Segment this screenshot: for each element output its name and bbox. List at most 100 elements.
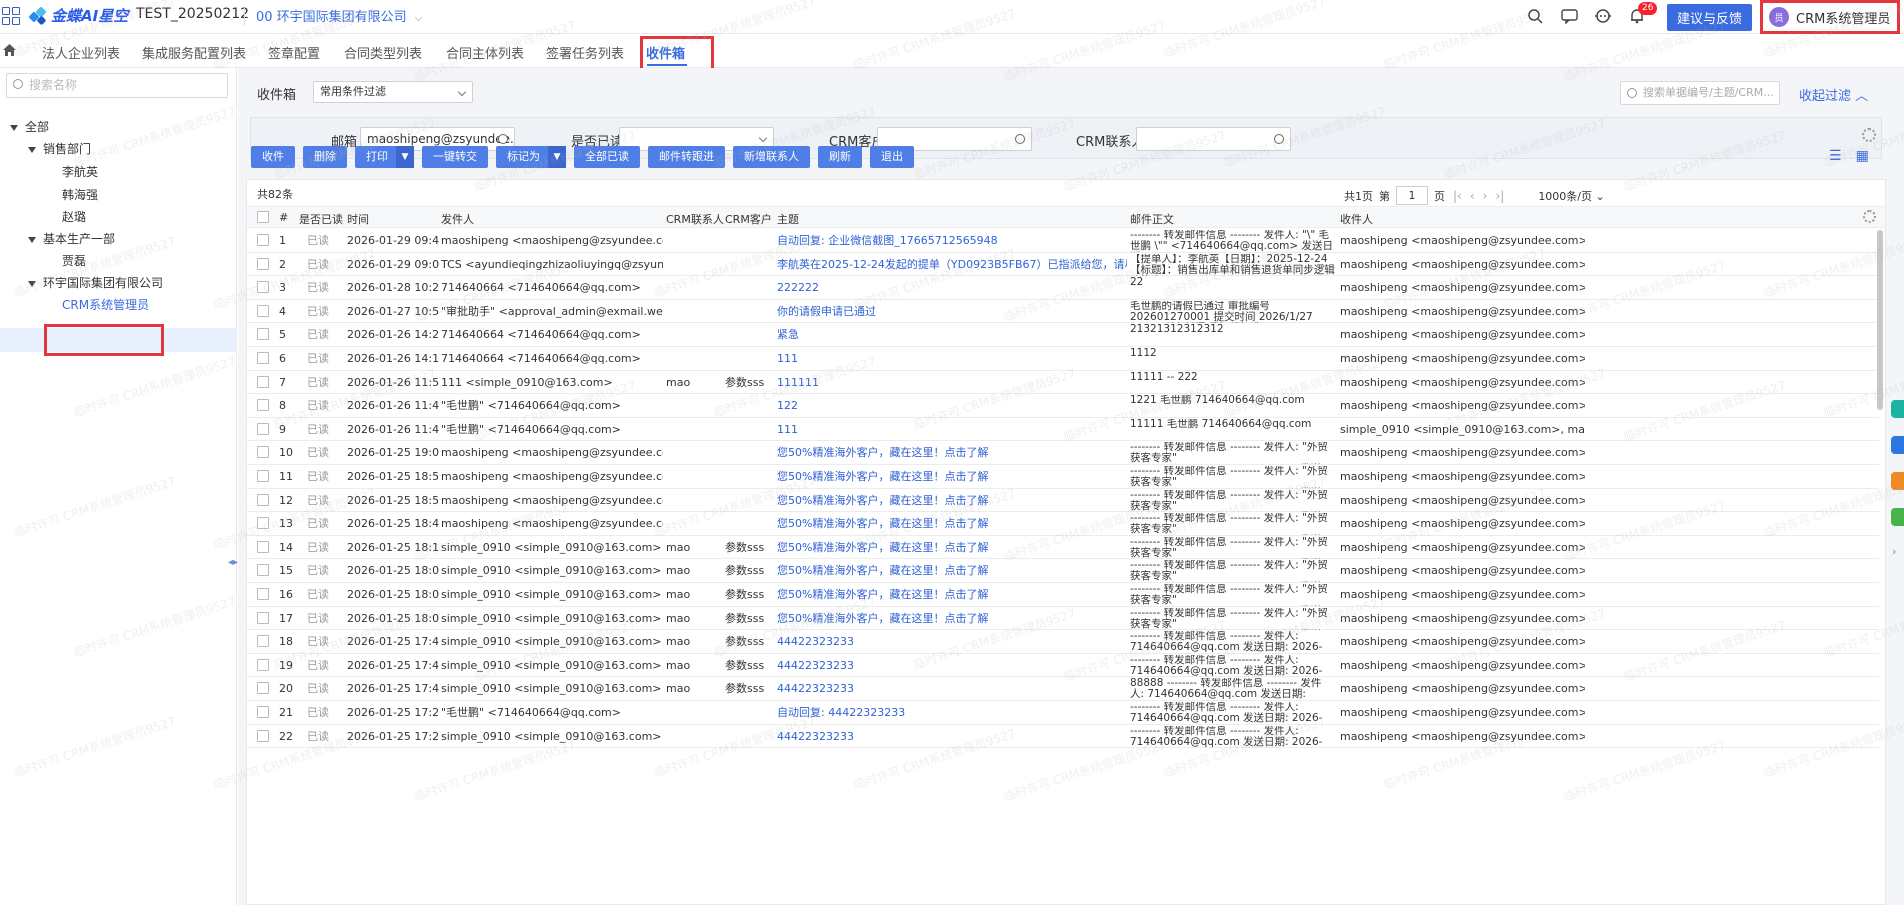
mail-subject-link[interactable]: 44422323233 — [777, 654, 1127, 677]
mail-subject-link[interactable]: 自动回复: 企业微信截图_17665712565948 — [777, 229, 1127, 252]
col-header-from[interactable]: 发件人 — [441, 211, 474, 227]
print-button[interactable]: 打印 ▼ — [355, 146, 414, 168]
row-checkbox[interactable] — [257, 234, 269, 246]
row-checkbox[interactable] — [257, 706, 269, 718]
caret-down-icon[interactable]: ▼ — [396, 146, 414, 168]
tree-node-person[interactable]: 韩海强 — [62, 186, 98, 203]
row-checkbox[interactable] — [257, 682, 269, 695]
row-checkbox[interactable] — [257, 422, 269, 435]
mark-as-button[interactable]: 标记为 ▼ — [496, 146, 566, 168]
col-header-body[interactable]: 邮件正文 — [1130, 211, 1174, 227]
table-row[interactable]: 1已读2026-01-29 09:41:20maoshipeng <maoshi… — [247, 229, 1879, 253]
receive-button[interactable]: 收件 — [251, 146, 295, 168]
row-checkbox[interactable] — [257, 375, 269, 388]
filter-settings-gear-icon[interactable] — [1862, 128, 1876, 142]
table-row[interactable]: 5 已读 2026-01-26 14:25:17714640664 <7146406… — [247, 323, 1879, 347]
message-icon[interactable] — [1559, 6, 1579, 26]
float-tool-tab-4[interactable] — [1891, 508, 1904, 526]
row-checkbox[interactable] — [257, 328, 269, 341]
table-row[interactable]: 7 已读 2026-01-26 11:52:04111 <simple_0910@1… — [247, 371, 1879, 395]
tree-node-person[interactable]: 李航英 — [62, 163, 98, 180]
mail-subject-link[interactable]: 222222 — [777, 276, 1127, 299]
mail-subject-link[interactable]: 111111 — [777, 371, 1127, 394]
mail-subject-link[interactable]: 44422323233 — [777, 630, 1127, 653]
mail-subject-link[interactable]: 您50%精准海外客户，藏在这里！点击了解 — [777, 512, 1127, 535]
table-row[interactable]: 13已读2026-01-25 18:48:59maoshipeng <maosh… — [247, 512, 1879, 536]
mail-subject-link[interactable]: 您50%精准海外客户，藏在这里！点击了解 — [777, 536, 1127, 559]
mail-subject-link[interactable]: 111 — [777, 418, 1127, 441]
row-checkbox[interactable] — [257, 658, 269, 671]
tab-legal-entity-list[interactable]: 法人企业列表 — [42, 43, 120, 62]
user-menu[interactable]: 员 CRM系统管理员 — [1760, 0, 1900, 34]
tab-contract-subject-list[interactable]: 合同主体列表 — [446, 43, 524, 62]
refresh-button[interactable]: 刷新 — [818, 146, 862, 168]
tree-search-input[interactable]: 搜索名称 — [6, 73, 228, 98]
tree-node-company[interactable]: 环宇国际集团有限公司 — [28, 274, 163, 291]
table-row[interactable]: 15 已读 2026-01-25 18:05:11simple_0910 <simp… — [247, 559, 1879, 583]
company-switcher[interactable]: 00 环宇国际集团有限公司 ⌵ — [256, 6, 422, 25]
search-icon[interactable] — [1525, 6, 1545, 26]
mail-subject-link[interactable]: 您50%精准海外客户，藏在这里！点击了解 — [777, 583, 1127, 606]
float-tool-tab-1[interactable] — [1891, 400, 1904, 418]
table-row[interactable]: 2 已读 2026-01-29 09:04:34TCS <ayundieqingzh… — [247, 253, 1879, 277]
col-header-crm-contact[interactable]: CRM联系人 — [666, 211, 724, 227]
mail-subject-link[interactable]: 111 — [777, 347, 1127, 370]
tab-integration-service-config[interactable]: 集成服务配置列表 — [142, 43, 246, 62]
feedback-button[interactable]: 建议与反馈 — [1667, 4, 1753, 31]
col-header-recipient[interactable]: 收件人 — [1340, 211, 1373, 227]
tree-node-person[interactable]: 贾磊 — [62, 252, 86, 269]
mail-subject-link[interactable]: 您50%精准海外客户，藏在这里！点击了解 — [777, 441, 1127, 464]
home-icon[interactable] — [2, 43, 17, 61]
col-header-time[interactable]: 时间 — [347, 211, 369, 227]
mail-subject-link[interactable]: 您50%精准海外客户，藏在这里！点击了解 — [777, 559, 1127, 582]
table-row[interactable]: 17 已读 2026-01-25 18:00:38simple_0910 <simp… — [247, 607, 1879, 631]
tree-node-all[interactable]: 全部 — [10, 118, 49, 135]
table-scrollbar[interactable] — [1877, 230, 1883, 410]
mail-subject-link[interactable]: 紧急 — [777, 323, 1127, 346]
row-checkbox[interactable] — [257, 352, 269, 364]
delete-button[interactable]: 删除 — [303, 146, 347, 168]
table-row[interactable]: 21 已读 2026-01-25 17:28:58"毛世鹏" <714640664@… — [247, 701, 1879, 725]
add-contact-button[interactable]: 新增联系人 — [733, 146, 810, 168]
table-row[interactable]: 3 已读 2026-01-28 10:21:55714640664 <7146406… — [247, 276, 1879, 300]
col-header-read[interactable]: 是否已读 — [299, 211, 343, 227]
row-checkbox[interactable] — [257, 281, 269, 294]
row-checkbox[interactable] — [257, 517, 269, 530]
table-row[interactable]: 4 已读 2026-01-27 10:58:16"审批助手" <approval_a… — [247, 300, 1879, 324]
quick-search-input[interactable]: 搜索单据编号/主题/CRM... — [1620, 81, 1780, 105]
tab-signature-config[interactable]: 签章配置 — [268, 43, 320, 62]
float-tool-tab-3[interactable] — [1891, 472, 1904, 490]
row-checkbox[interactable] — [257, 588, 269, 600]
list-view-icon[interactable]: ☰ — [1829, 148, 1842, 164]
table-row[interactable]: 11已读2026-01-25 18:53:08maoshipeng <maosh… — [247, 465, 1879, 489]
row-checkbox[interactable] — [257, 564, 269, 577]
grid-view-icon[interactable]: ▦ — [1856, 148, 1869, 164]
crm-contact-field[interactable] — [1136, 127, 1291, 151]
one-click-transfer-button[interactable]: 一键转交 — [422, 146, 488, 168]
mail-subject-link[interactable]: 您50%精准海外客户，藏在这里！点击了解 — [777, 607, 1127, 630]
row-checkbox[interactable] — [257, 399, 269, 412]
robot-assistant-icon[interactable] — [1593, 6, 1613, 26]
table-row[interactable]: 18 已读 2026-01-25 17:45:34simple_0910 <simp… — [247, 630, 1879, 654]
table-row[interactable]: 20 已读 2026-01-25 17:42:27simple_0910 <simp… — [247, 677, 1879, 701]
row-checkbox[interactable] — [257, 635, 269, 648]
row-checkbox[interactable] — [257, 470, 269, 482]
exit-button[interactable]: 退出 — [870, 146, 914, 168]
collapse-filter-link[interactable]: 收起过滤 ︿ — [1799, 85, 1868, 104]
row-checkbox[interactable] — [257, 729, 269, 742]
caret-down-icon[interactable]: ▼ — [548, 146, 566, 168]
mail-subject-link[interactable]: 122 — [777, 394, 1127, 417]
last-page-icon[interactable]: ›| — [1495, 189, 1504, 203]
table-row[interactable]: 14 已读 2026-01-25 18:16:10simple_0910 <simp… — [247, 536, 1879, 560]
mail-subject-link[interactable]: 您50%精准海外客户，藏在这里！点击了解 — [777, 489, 1127, 512]
row-checkbox[interactable] — [257, 493, 269, 506]
table-row[interactable]: 12已读2026-01-25 18:50:23maoshipeng <maosh… — [247, 489, 1879, 513]
row-checkbox[interactable] — [257, 611, 269, 624]
collapse-sidebar-icon[interactable]: ◂▸ — [228, 557, 238, 568]
prev-page-icon[interactable]: ‹ — [1470, 189, 1475, 203]
tree-node-crm-admin[interactable]: CRM系统管理员 — [62, 296, 149, 313]
mail-subject-link[interactable]: 您50%精准海外客户，藏在这里！点击了解 — [777, 465, 1127, 488]
table-row[interactable]: 22 已读 2026-01-25 17:28:56simple_0910 <simp… — [247, 725, 1879, 749]
mark-all-read-button[interactable]: 全部已读 — [574, 146, 640, 168]
row-checkbox[interactable] — [257, 446, 269, 459]
